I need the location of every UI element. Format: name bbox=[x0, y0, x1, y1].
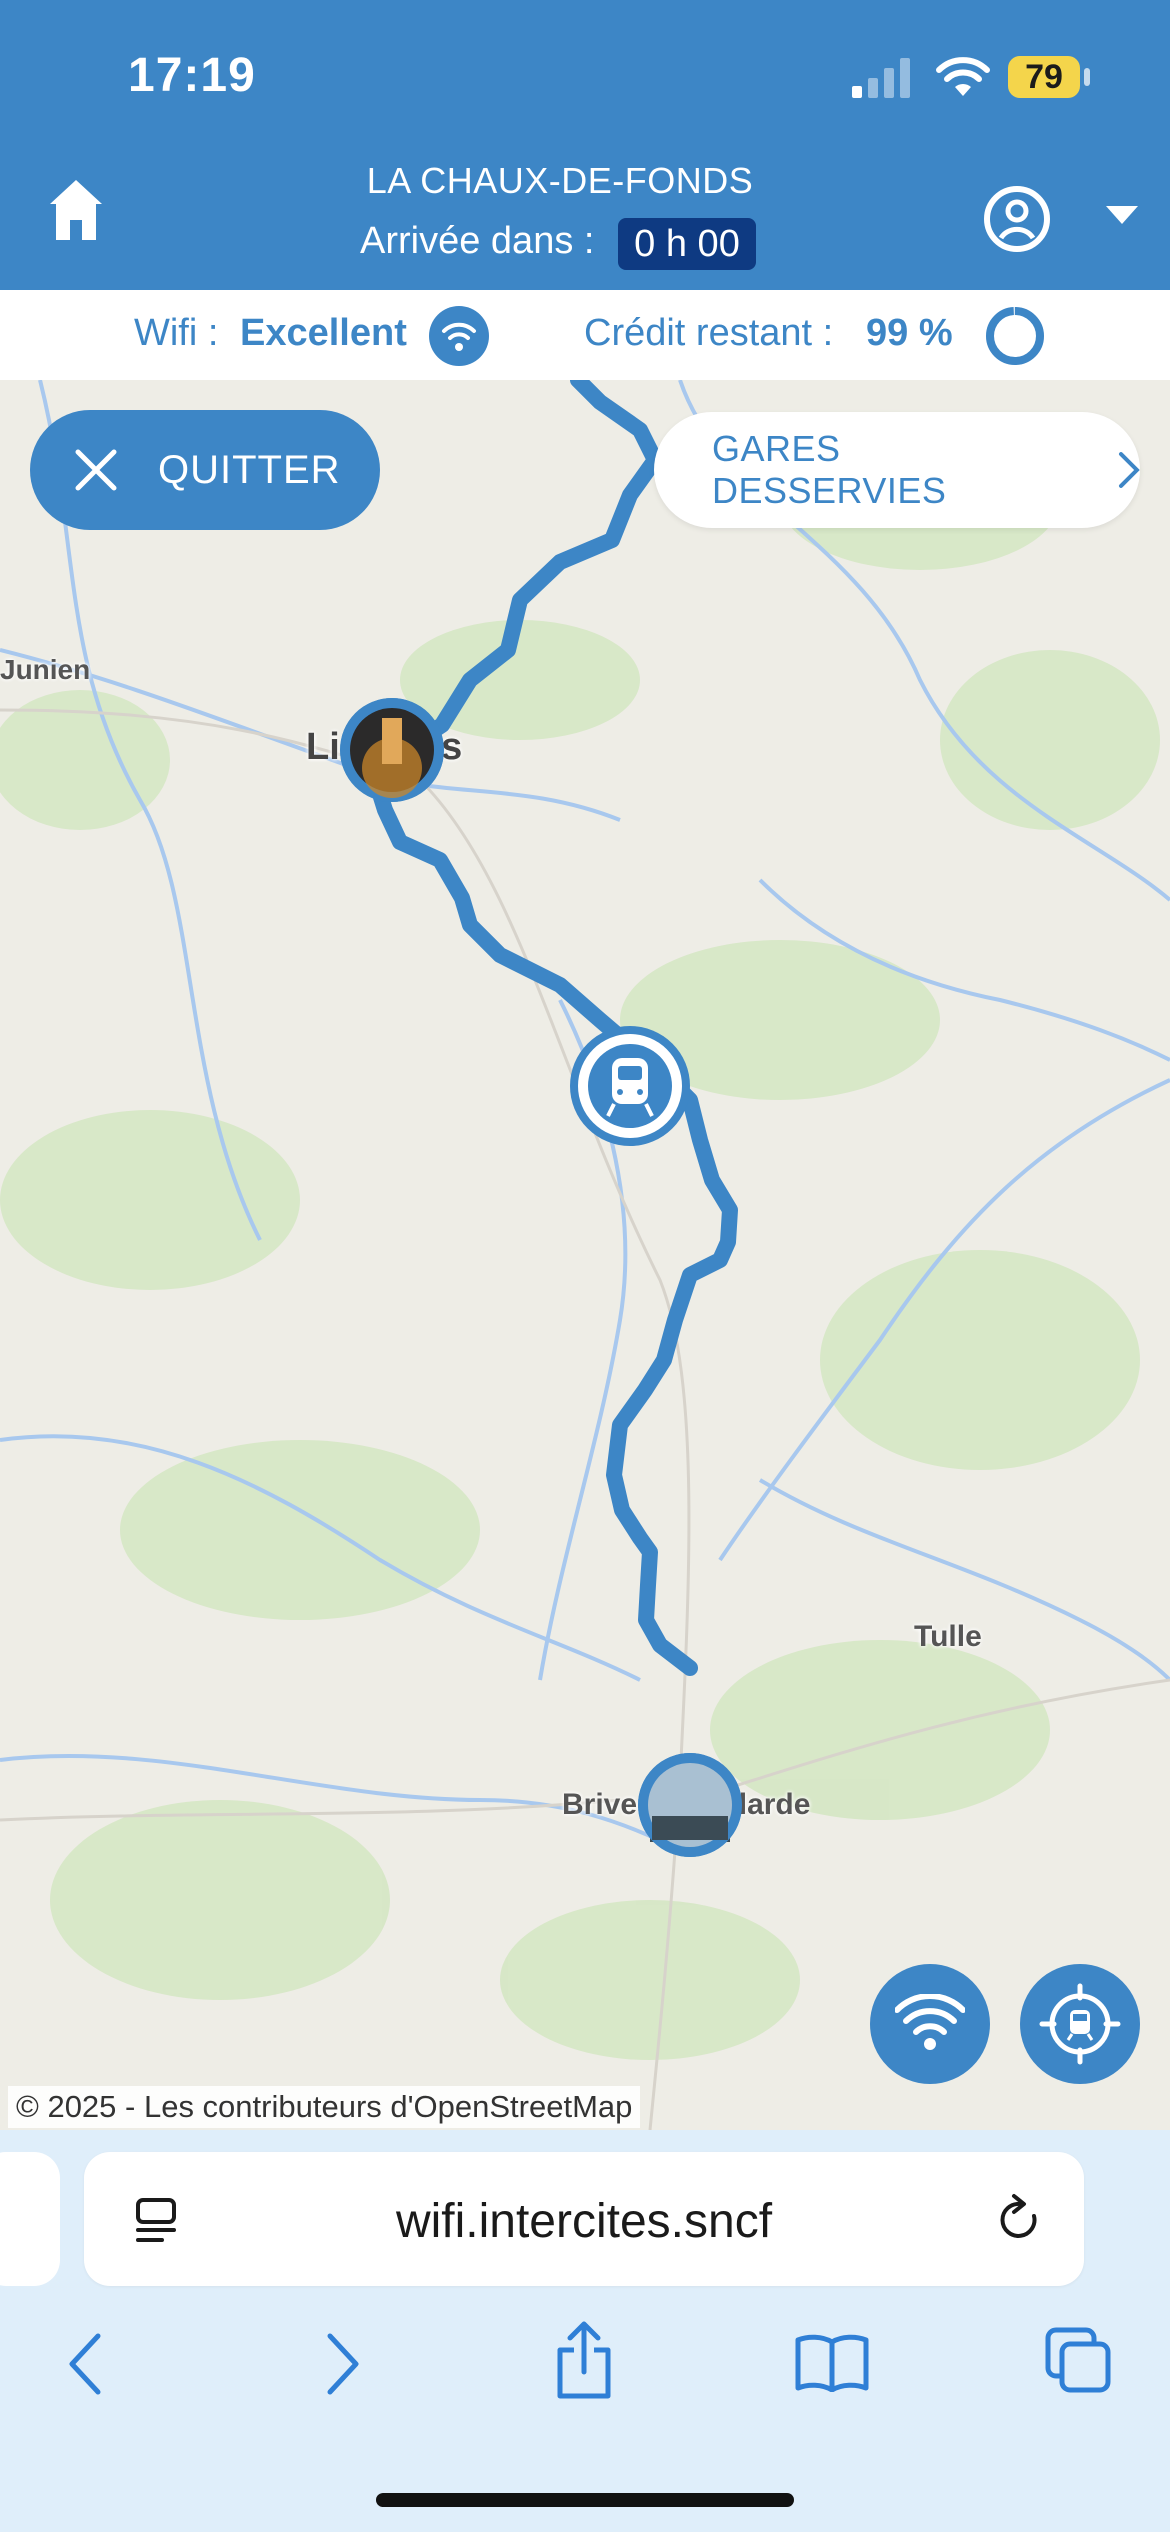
locate-train-button[interactable] bbox=[1020, 1964, 1140, 2084]
train-position-icon bbox=[570, 1026, 690, 1146]
share-icon[interactable] bbox=[552, 2320, 616, 2400]
battery-tip bbox=[1084, 68, 1090, 86]
home-icon[interactable] bbox=[48, 178, 104, 242]
quit-label: QUITTER bbox=[158, 447, 341, 492]
forward-icon[interactable] bbox=[322, 2332, 362, 2396]
arrival-time-badge: 0 h 00 bbox=[618, 218, 756, 270]
map-copyright: © 2025 - Les contributeurs d'OpenStreetM… bbox=[8, 2086, 641, 2128]
user-icon[interactable] bbox=[982, 184, 1052, 254]
dropdown-arrow-icon[interactable] bbox=[1106, 206, 1138, 226]
status-time: 17:19 bbox=[128, 49, 256, 102]
route-map[interactable]: Junien Limoges Tulle Brive-la-Gaillarde bbox=[0, 380, 1170, 2130]
credit-value: 99 % bbox=[866, 312, 953, 354]
tabs-icon[interactable] bbox=[1044, 2326, 1114, 2396]
wifi-quality: Excellent bbox=[240, 312, 407, 354]
stations-button[interactable]: GARES DESSERVIES bbox=[654, 412, 1140, 528]
chevron-right-icon bbox=[1119, 452, 1140, 488]
credit-label: Crédit restant : bbox=[584, 312, 834, 354]
signal-icon bbox=[852, 58, 910, 98]
marker-overlay bbox=[340, 698, 742, 1857]
wifi-label: Wifi : bbox=[134, 312, 219, 354]
wifi-icon bbox=[936, 57, 990, 96]
wifi-status-icon bbox=[429, 306, 489, 366]
home-indicator bbox=[376, 2493, 794, 2507]
stations-label: GARES DESSERVIES bbox=[712, 428, 947, 511]
url-text[interactable]: wifi.intercites.sncf bbox=[84, 2194, 1084, 2249]
wifi-fab-icon bbox=[895, 1994, 965, 2050]
destination-title: LA CHAUX-DE-FONDS bbox=[366, 160, 754, 201]
back-icon[interactable] bbox=[66, 2332, 106, 2396]
previous-tab-preview[interactable] bbox=[0, 2152, 60, 2286]
reload-icon[interactable] bbox=[994, 2192, 1046, 2248]
close-icon bbox=[75, 449, 117, 491]
arrival-label: Arrivée dans : bbox=[360, 220, 595, 262]
wifi-button[interactable] bbox=[870, 1964, 990, 2084]
quit-button[interactable]: QUITTER bbox=[30, 410, 380, 530]
bookmarks-icon[interactable] bbox=[794, 2332, 870, 2392]
locate-train-icon bbox=[1039, 1983, 1121, 2065]
battery-icon: 79 bbox=[1008, 56, 1080, 98]
credit-ring-icon bbox=[986, 307, 1044, 365]
